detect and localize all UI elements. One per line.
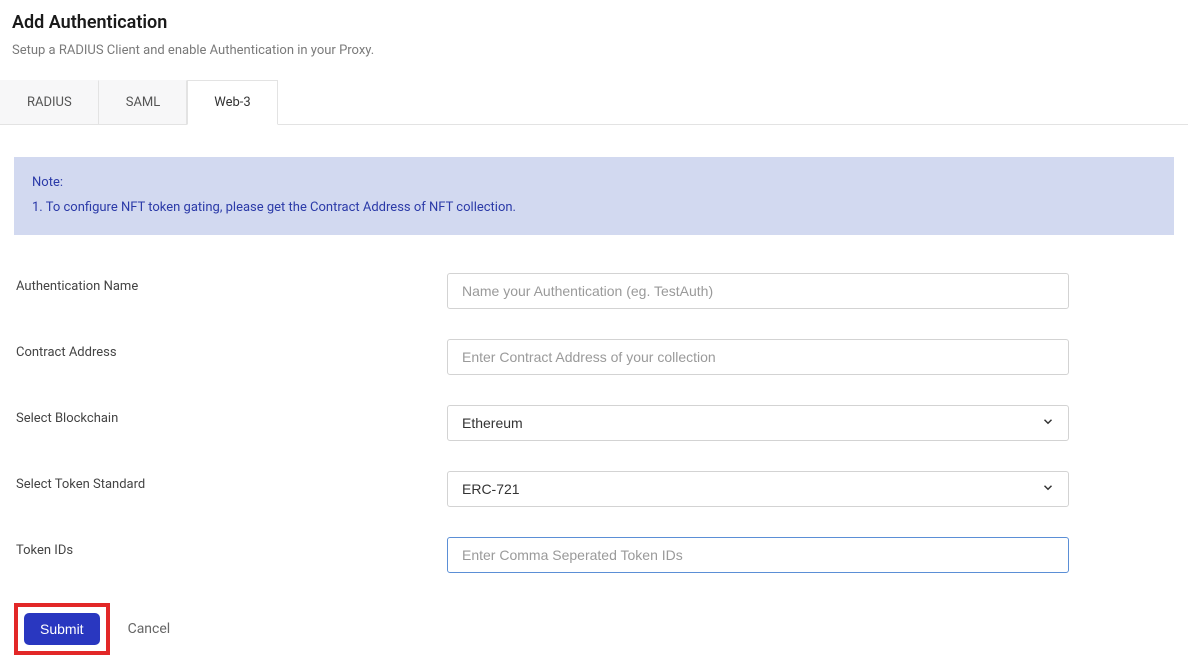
token-ids-label: Token IDs xyxy=(12,537,447,558)
auth-name-input[interactable] xyxy=(447,273,1069,309)
tabs: RADIUS SAML Web-3 xyxy=(0,80,1188,125)
token-ids-input[interactable] xyxy=(447,537,1069,573)
note-line: 1. To configure NFT token gating, please… xyxy=(32,200,516,215)
submit-button[interactable]: Submit xyxy=(24,613,100,645)
tab-radius[interactable]: RADIUS xyxy=(0,80,99,124)
tab-web3[interactable]: Web-3 xyxy=(187,80,277,125)
cancel-button[interactable]: Cancel xyxy=(128,621,171,637)
note-label: Note: xyxy=(32,173,1156,194)
page-title: Add Authentication xyxy=(12,12,1176,33)
contract-address-label: Contract Address xyxy=(12,339,447,360)
page-subtitle: Setup a RADIUS Client and enable Authent… xyxy=(12,43,1176,58)
highlight-box: Submit xyxy=(14,603,110,655)
auth-name-label: Authentication Name xyxy=(12,273,447,294)
contract-address-input[interactable] xyxy=(447,339,1069,375)
token-standard-select[interactable]: ERC-721 xyxy=(447,471,1069,507)
tab-saml[interactable]: SAML xyxy=(99,80,188,124)
token-standard-label: Select Token Standard xyxy=(12,471,447,492)
note-box: Note: 1. To configure NFT token gating, … xyxy=(14,157,1174,235)
blockchain-label: Select Blockchain xyxy=(12,405,447,426)
blockchain-select[interactable]: Ethereum xyxy=(447,405,1069,441)
